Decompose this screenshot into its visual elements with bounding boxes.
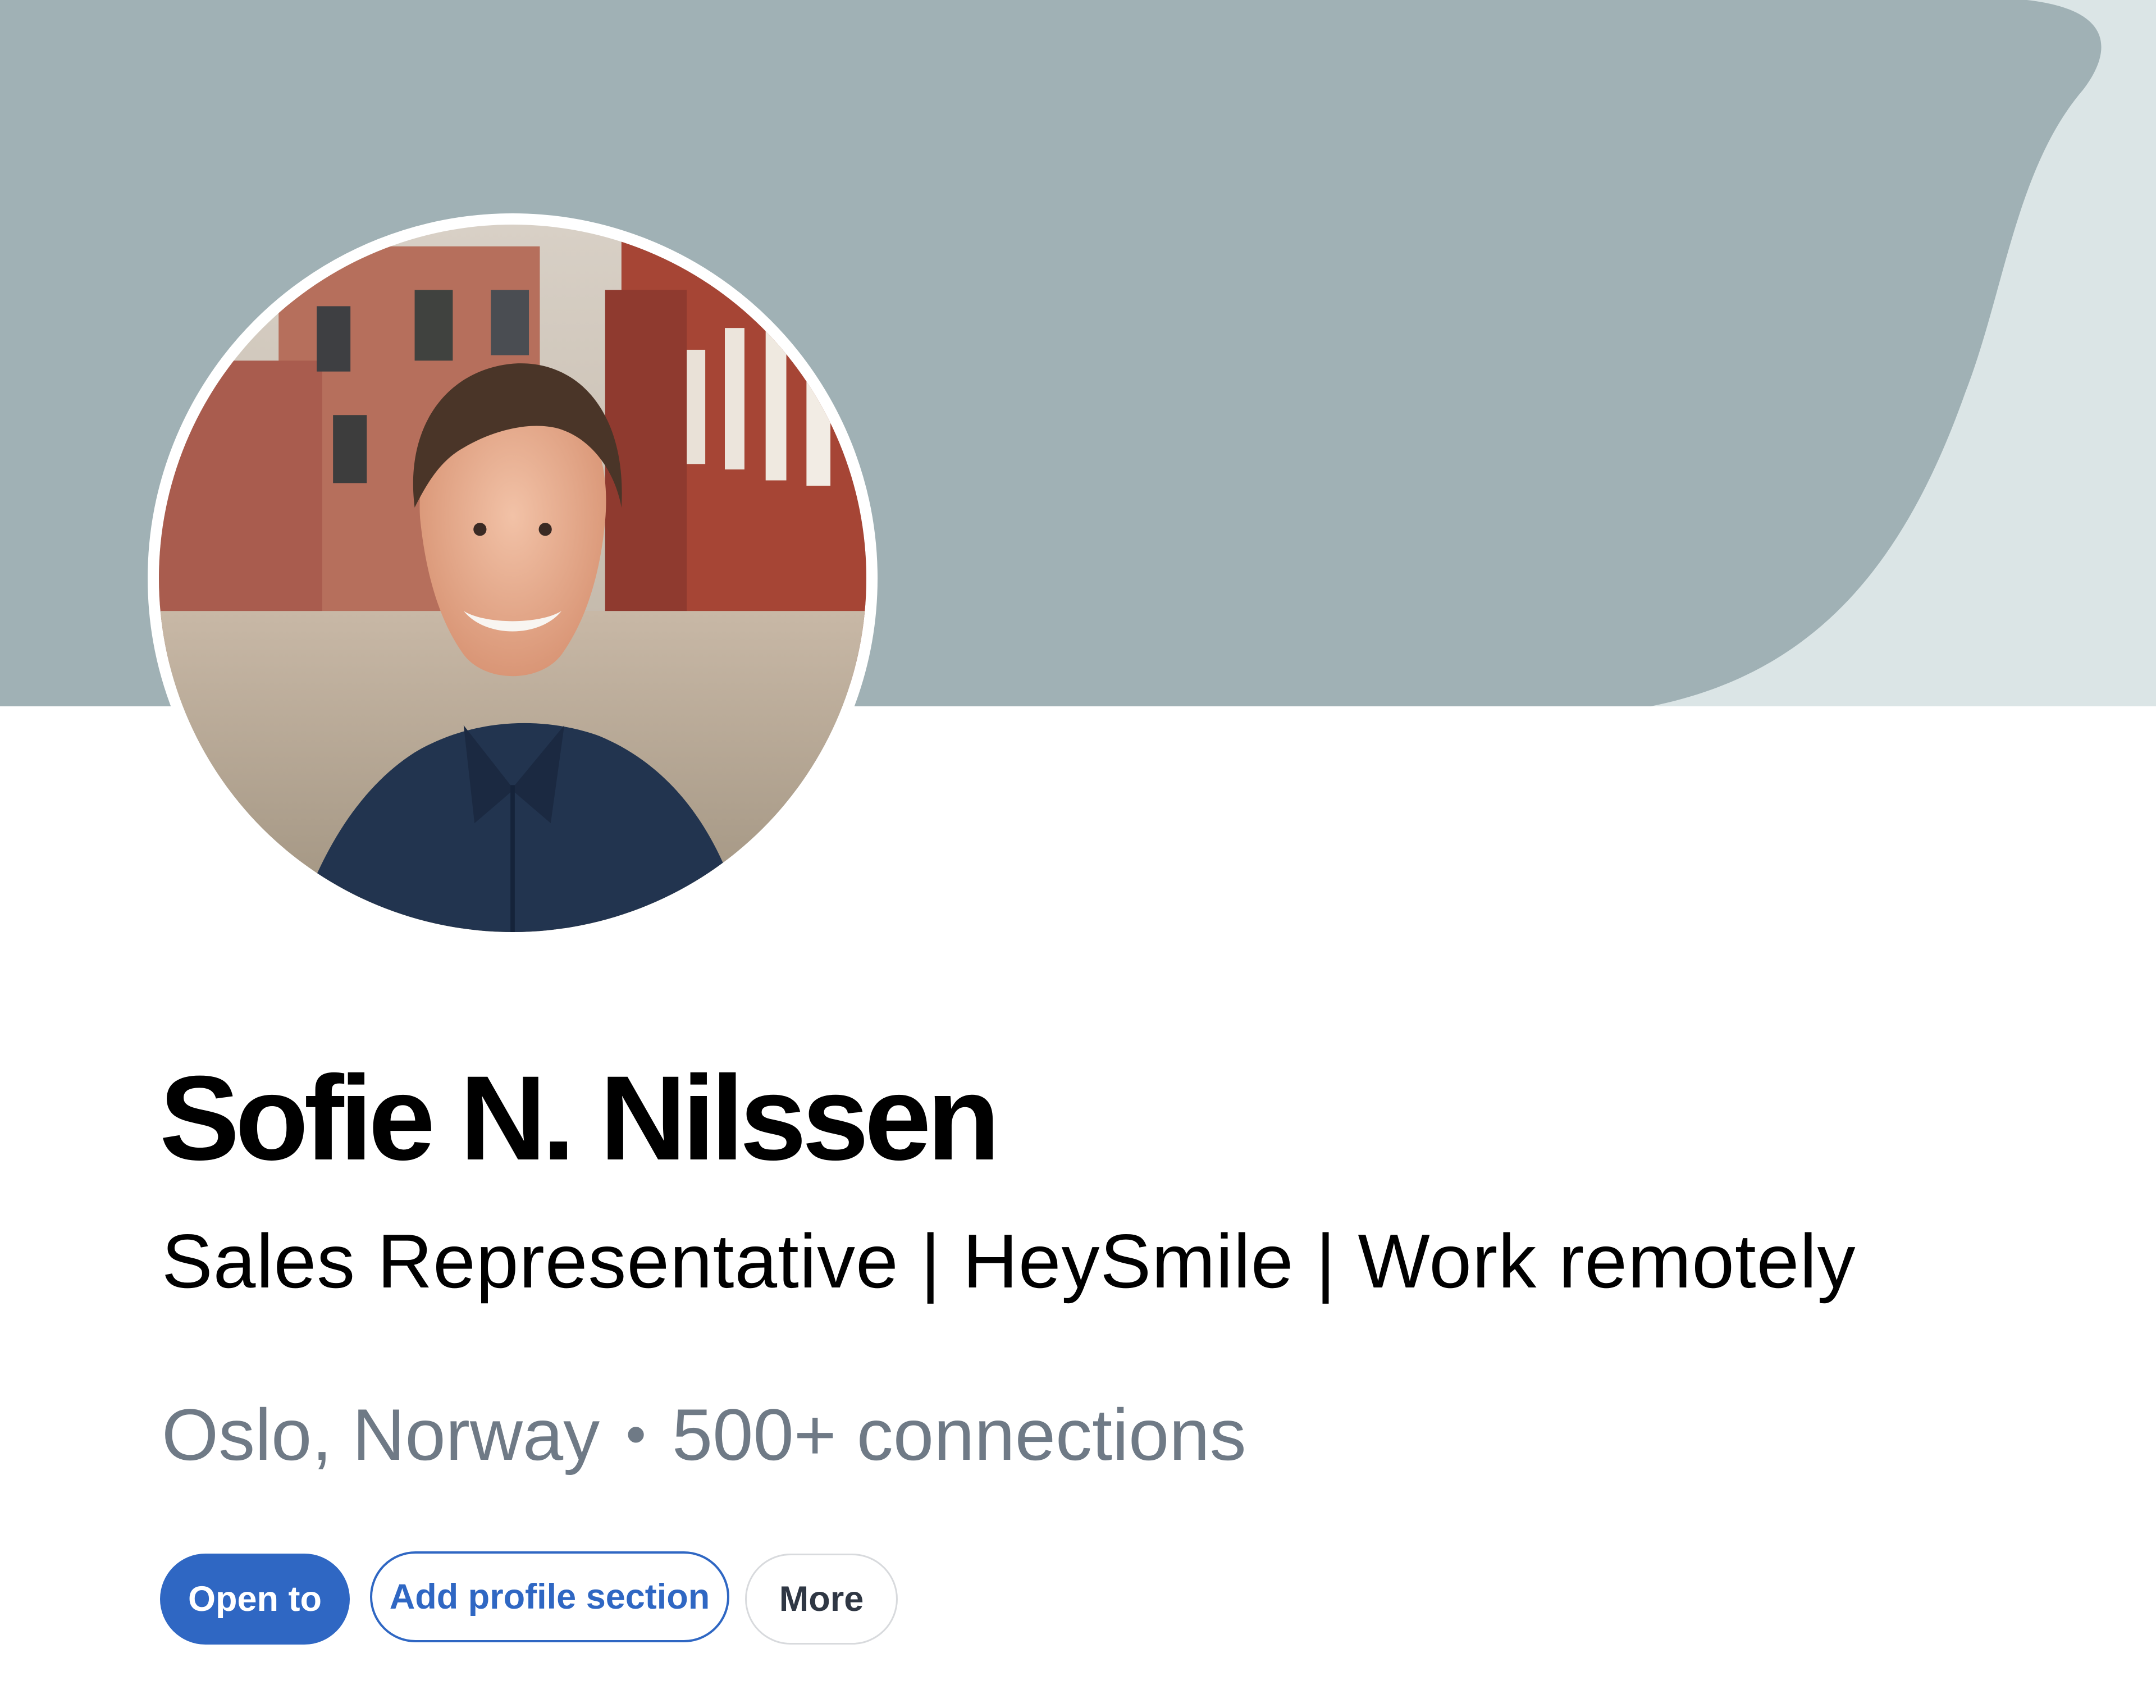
connections-link[interactable]: 500+ connections — [672, 1394, 1246, 1476]
more-button[interactable]: More — [745, 1554, 898, 1645]
profile-name: Sofie N. Nilssen — [159, 1051, 1000, 1185]
profile-photo-icon — [159, 225, 866, 932]
profile-location: Oslo, Norway — [162, 1394, 600, 1476]
meta-separator: • — [625, 1402, 646, 1467]
profile-meta: Oslo, Norway • 500+ connections — [162, 1398, 1246, 1471]
profile-headline: Sales Representative | HeySmile | Work r… — [162, 1218, 1856, 1304]
add-profile-section-button[interactable]: Add profile section — [370, 1551, 729, 1642]
open-to-button[interactable]: Open to — [160, 1554, 350, 1645]
profile-avatar[interactable] — [148, 213, 878, 943]
